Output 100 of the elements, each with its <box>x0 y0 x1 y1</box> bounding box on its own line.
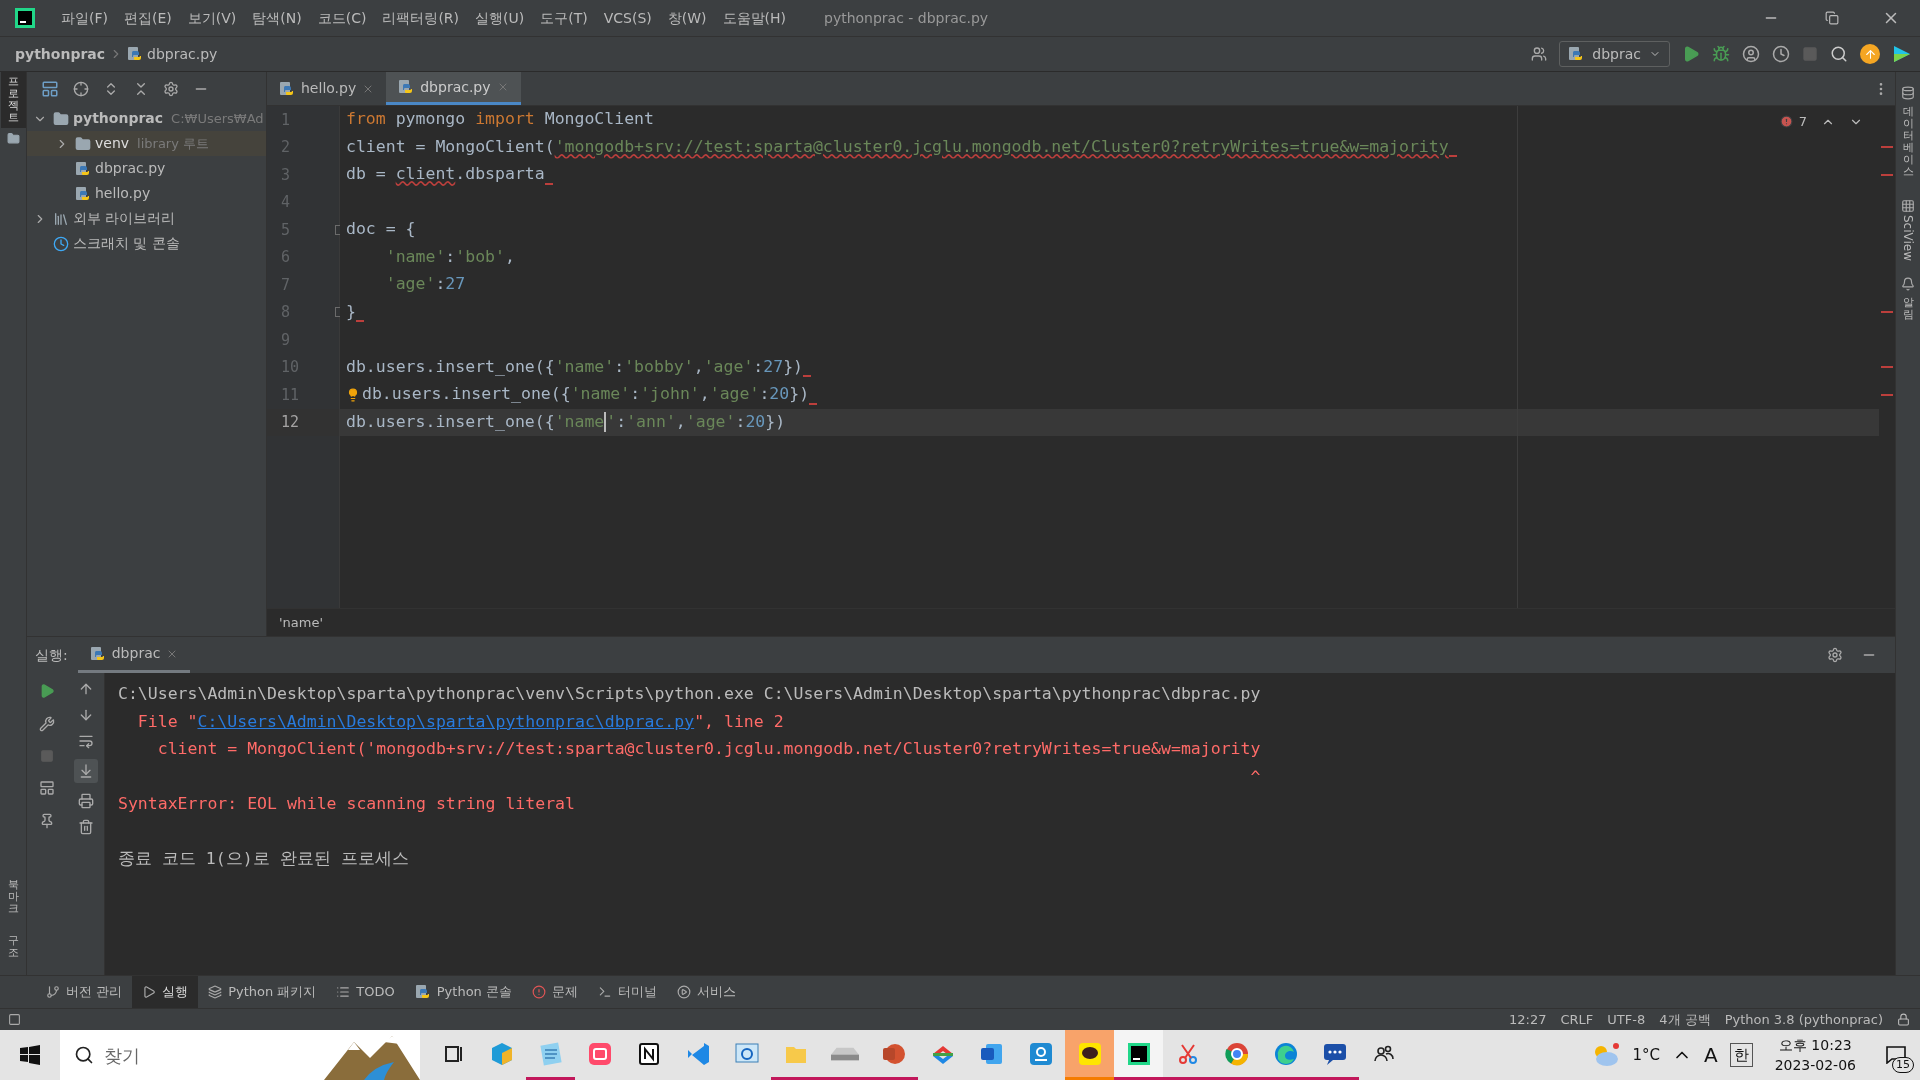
update-icon[interactable] <box>1860 44 1880 64</box>
user-icon[interactable] <box>1531 46 1548 62</box>
breadcrumb-item[interactable]: dbprac.py <box>147 43 218 65</box>
code-token: 'name' <box>570 383 631 406</box>
tool-tab[interactable]: 터미널 <box>587 976 667 1008</box>
tool-tab[interactable]: TODO <box>326 976 405 1008</box>
rerun-icon[interactable] <box>39 683 55 699</box>
menu-item[interactable]: 탐색(N) <box>244 7 310 29</box>
tree-note: library 루트 <box>137 134 210 153</box>
layout-icon[interactable] <box>39 780 55 796</box>
clock-time: 오후 10:23 <box>1778 1036 1852 1055</box>
run-icon[interactable] <box>1682 45 1700 63</box>
code-token: : <box>759 383 770 406</box>
status-item[interactable]: Python 3.8 (pythonprac) <box>1724 1009 1883 1030</box>
clock[interactable]: 오후 10:23 2023-02-06 <box>1774 1035 1856 1075</box>
search-field[interactable]: 찾기 <box>60 1030 420 1080</box>
side-tab[interactable]: 알림 <box>1895 292 1920 325</box>
tree-item[interactable]: venv library 루트 <box>27 131 266 156</box>
menu-item[interactable]: 보기(V) <box>179 7 245 29</box>
menu-item[interactable]: 실행(U) <box>467 7 533 29</box>
run-config-dropdown[interactable]: dbprac <box>1559 41 1670 67</box>
taskbar-app[interactable] <box>1065 1030 1114 1080</box>
panel-icon[interactable] <box>41 80 59 98</box>
side-tab[interactable]: 구조 <box>0 930 26 963</box>
editor-tab[interactable]: dbprac.py <box>386 72 521 105</box>
library-icon <box>53 210 69 227</box>
error-stripe-mark[interactable] <box>1881 311 1893 314</box>
tool-tab[interactable]: 버전 관리 <box>36 976 133 1008</box>
restore-icon[interactable] <box>1825 11 1839 25</box>
editor-breadcrumb[interactable]: 'name' <box>279 612 323 633</box>
code-token: : <box>445 245 456 268</box>
output-line: client = MongoClient('mongodb+srv://test:sparta@cluster0.jcglu.mongodb.net/Cluster0?retryWrites=true&w=majority <box>157 739 1261 758</box>
output-line: C:\Users\Admin\Desktop\sparta\pythonprac\venv\Scripts\python.exe C:\Users\Admin\Desktop\sparta\pythonprac\dbprac.py <box>118 684 1261 703</box>
trash-icon[interactable] <box>77 819 94 835</box>
print-icon[interactable] <box>77 793 94 809</box>
side-tab[interactable]: 북마크 <box>0 874 26 919</box>
code-token: import <box>475 108 535 131</box>
file-link[interactable]: C:\Users\Admin\Desktop\sparta\pythonprac\dbprac.py <box>197 711 695 731</box>
error-stripe-mark[interactable] <box>1881 173 1893 176</box>
error-count[interactable]: 7 <box>1798 112 1807 132</box>
scroll-to-end-button[interactable] <box>73 759 98 783</box>
code-token: db.users.insert_one({ <box>346 410 555 433</box>
side-tab[interactable]: 프로젝트 <box>0 72 26 129</box>
status-item[interactable]: CRLF <box>1560 1009 1594 1030</box>
start-icon[interactable] <box>20 1045 40 1065</box>
menu-item[interactable]: 파일(F) <box>53 7 116 29</box>
lightbulb-icon[interactable] <box>346 387 360 402</box>
settings-icon[interactable] <box>163 81 179 97</box>
menu-item[interactable]: 코드(C) <box>309 7 375 29</box>
code-token: client <box>395 163 456 186</box>
output-line: File "C:\Users\Admin\Desktop\sparta\pythonprac\dbprac.py", line 2 <box>137 711 784 731</box>
side-tab[interactable]: SciView <box>1895 214 1920 261</box>
pin-icon[interactable] <box>39 813 55 829</box>
settings-icon[interactable] <box>1827 647 1843 663</box>
lock-icon[interactable] <box>1897 1013 1910 1026</box>
status-item[interactable]: UTF-8 <box>1607 1009 1646 1030</box>
status-item[interactable]: 12:27 <box>1509 1009 1547 1030</box>
menu-item[interactable]: 편집(E) <box>116 7 180 29</box>
error-stripe-mark[interactable] <box>1881 393 1893 396</box>
status-item[interactable]: 4개 공백 <box>1659 1009 1711 1030</box>
search-icon[interactable] <box>1830 45 1848 63</box>
error-stripe-mark[interactable] <box>1881 146 1893 149</box>
menu-item[interactable]: 리팩터링(R) <box>374 7 468 29</box>
python-icon <box>89 645 106 662</box>
menu-item[interactable]: 도움말(H) <box>714 7 794 29</box>
tool-tab[interactable]: 실행 <box>132 976 199 1008</box>
tool-tab[interactable]: 서비스 <box>666 976 746 1008</box>
ime-language[interactable]: 한 <box>1729 1042 1753 1068</box>
database-icon[interactable] <box>1901 86 1915 100</box>
breadcrumb-item[interactable]: pythonprac <box>15 43 106 65</box>
taskbar-app[interactable] <box>1114 1030 1163 1080</box>
tree-note: C:₩Users₩Ad <box>171 109 264 128</box>
tool-tab[interactable]: 문제 <box>521 976 588 1008</box>
debug-icon[interactable] <box>1712 45 1730 63</box>
editor-tab[interactable]: hello.py <box>267 72 387 105</box>
tool-tab[interactable]: Python 콘솔 <box>404 976 522 1008</box>
output-line: 종료 코드 1(으)로 완료된 프로세스 <box>118 849 409 868</box>
menu-item[interactable]: 도구(T) <box>532 7 596 29</box>
python-file-icon <box>75 160 91 177</box>
notification-button[interactable]: 15 <box>1878 1037 1914 1073</box>
wrench-icon[interactable] <box>39 716 55 732</box>
python-file-icon <box>127 46 144 62</box>
code-token: from <box>346 108 386 131</box>
menu-item[interactable]: VCS(S) <box>595 7 660 29</box>
drive-icon <box>830 1046 859 1061</box>
side-tab[interactable]: 데이터베이스 <box>1895 102 1920 183</box>
ime-mode[interactable]: A <box>1703 1040 1718 1070</box>
error-stripe-mark[interactable] <box>1881 366 1893 369</box>
bell-icon[interactable] <box>1901 276 1915 291</box>
soft-wrap-icon[interactable] <box>77 733 94 749</box>
error-icon[interactable] <box>1779 115 1793 129</box>
code-token: }) <box>765 410 786 433</box>
code-token: : <box>753 355 764 378</box>
tool-tab[interactable]: Python 패키지 <box>198 976 327 1008</box>
code-token: 'name <box>554 410 605 433</box>
toggle-panels-icon[interactable] <box>8 1013 21 1026</box>
menu-item[interactable]: 창(W) <box>659 7 715 29</box>
plugin-logo-icon[interactable] <box>1892 44 1912 64</box>
locate-icon[interactable] <box>73 81 89 97</box>
grid-icon[interactable] <box>1901 198 1915 213</box>
